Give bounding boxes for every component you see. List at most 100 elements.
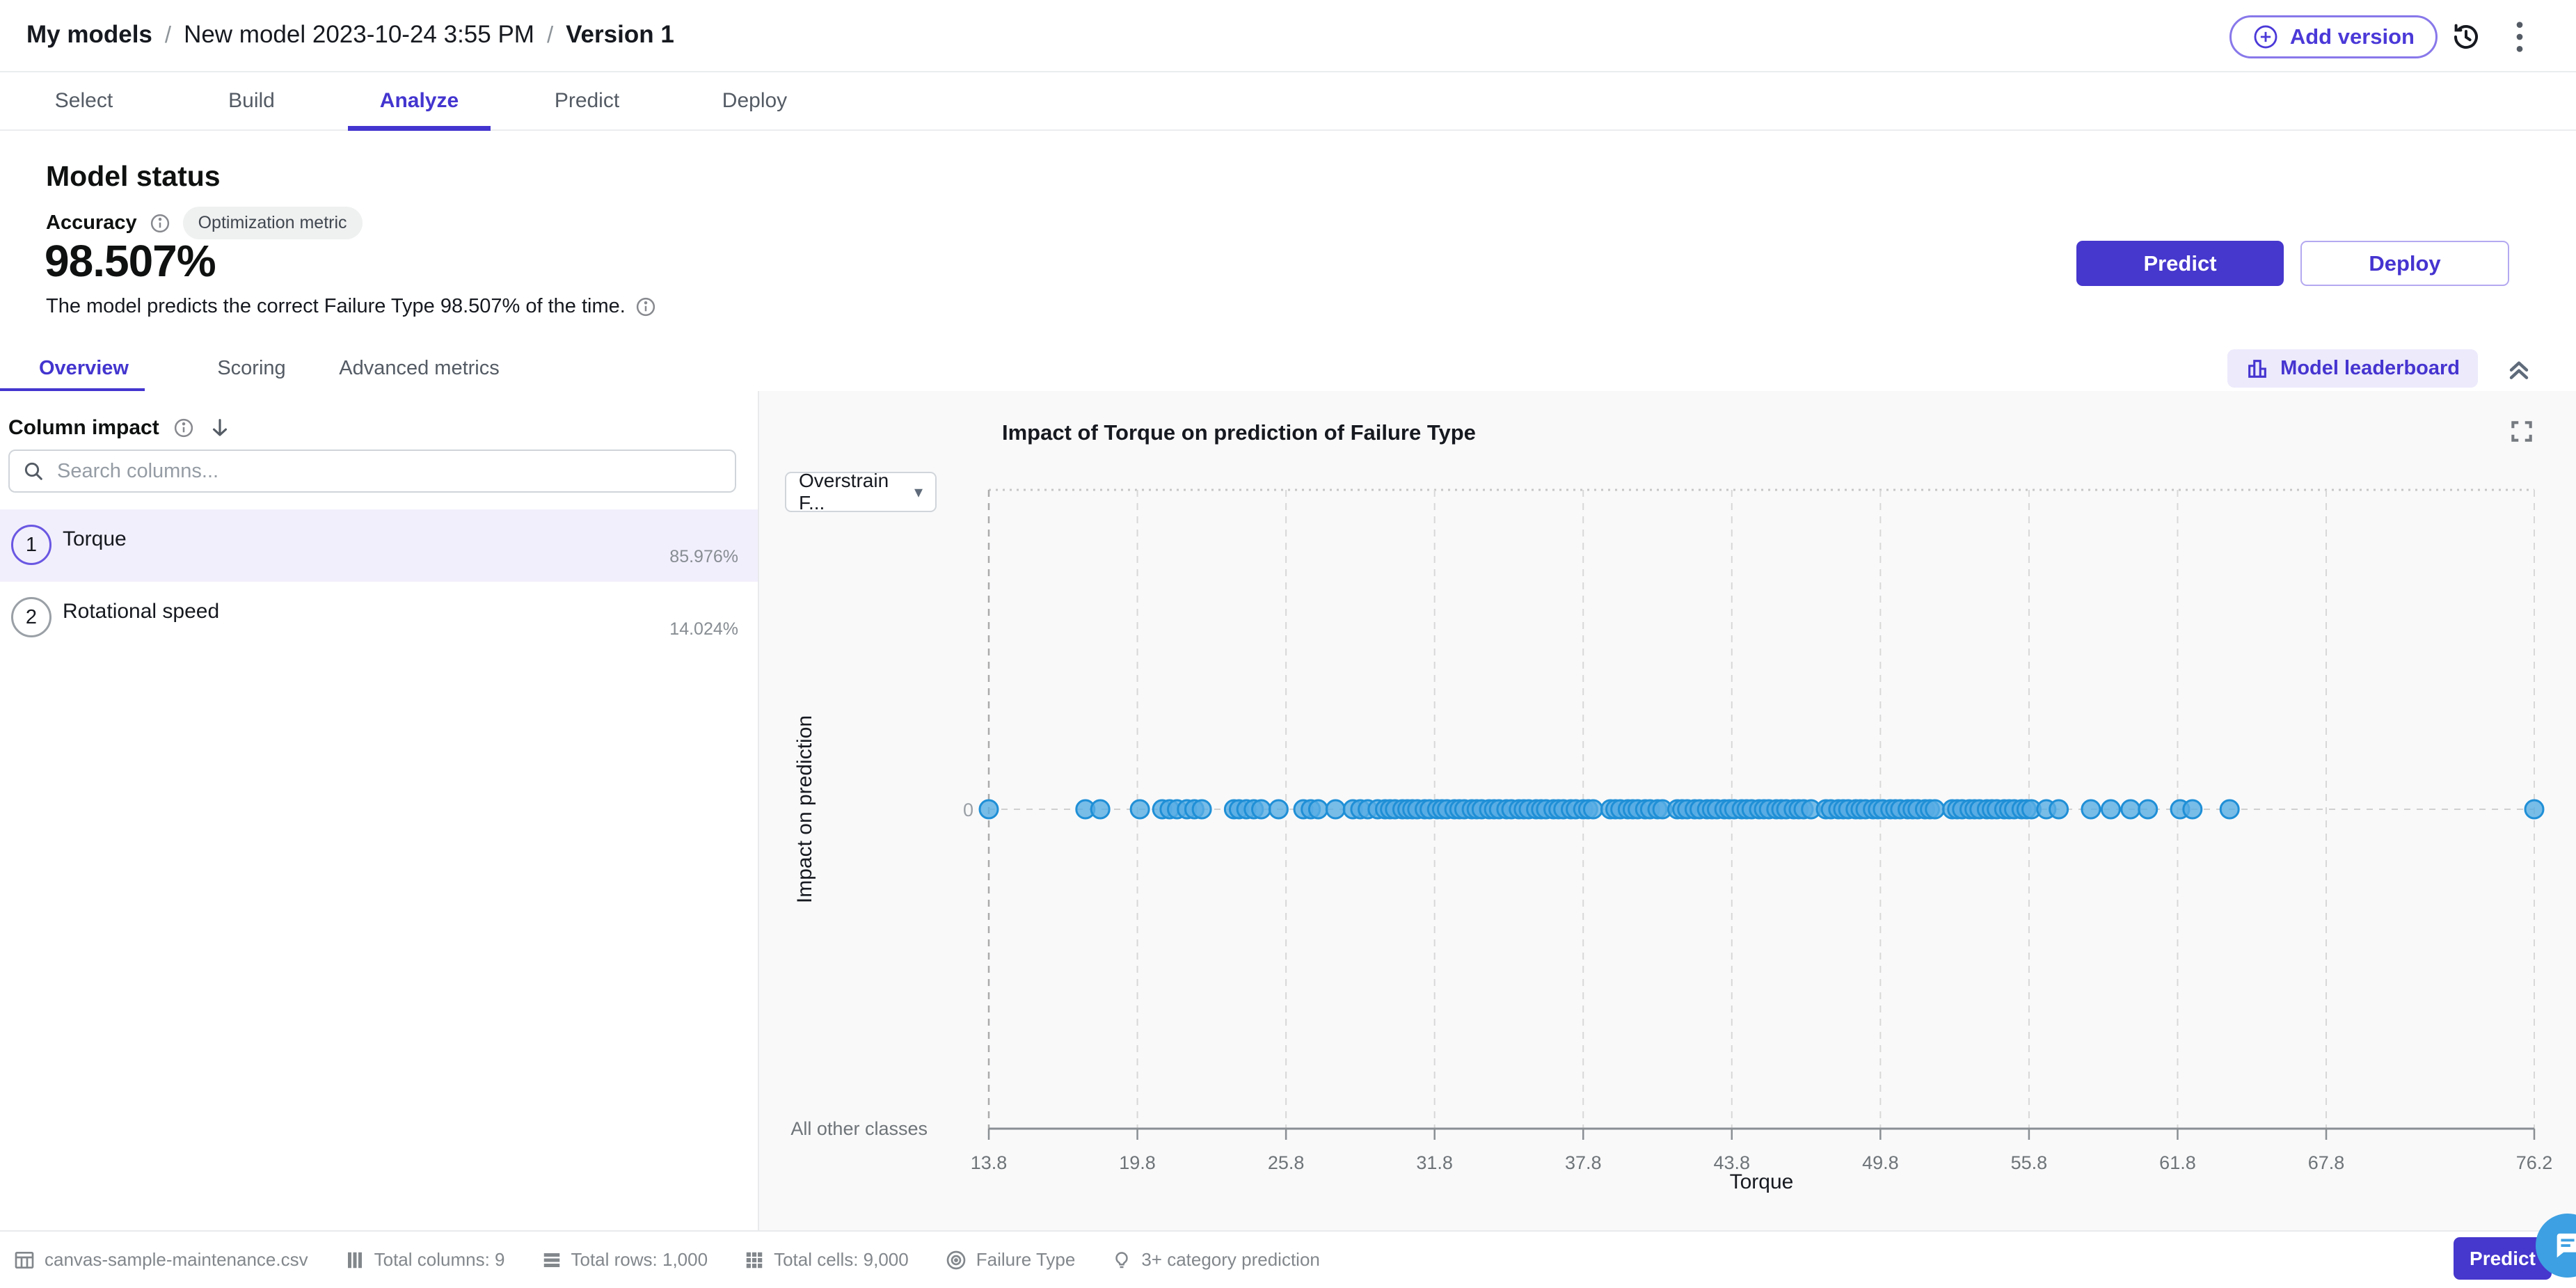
table-icon	[13, 1249, 35, 1271]
impact-bar	[63, 633, 674, 641]
rank-badge: 1	[11, 525, 51, 565]
page-title: Model status	[46, 160, 221, 193]
status-item-label: Failure Type	[976, 1249, 1076, 1271]
impact-chart-region: 13.819.825.831.837.843.849.855.861.867.8…	[758, 391, 2576, 1232]
breadcrumb-separator: /	[547, 22, 553, 48]
status-item-label: Total cells: 9,000	[774, 1249, 909, 1271]
tab-deploy[interactable]: Deploy	[671, 72, 838, 129]
breadcrumb-my-models[interactable]: My models	[26, 21, 152, 49]
model-leaderboard-label: Model leaderboard	[2280, 357, 2460, 380]
impact-percent: 85.976%	[669, 547, 738, 567]
chevron-down-icon: ▾	[914, 482, 923, 502]
svg-text:25.8: 25.8	[1268, 1152, 1305, 1173]
tab-analyze[interactable]: Analyze	[335, 72, 503, 129]
model-leaderboard-button[interactable]: Model leaderboard	[2227, 349, 2478, 388]
chat-bubble-icon	[2552, 1230, 2576, 1262]
rank-badge: 2	[11, 597, 51, 637]
chart-title: Impact of Torque on prediction of Failur…	[1002, 420, 1476, 445]
fullscreen-icon[interactable]	[2509, 418, 2536, 445]
bar-chart-icon	[2245, 357, 2269, 381]
class-selector-value: Overstrain F...	[799, 470, 914, 514]
impact-scatter-chart: 13.819.825.831.837.843.849.855.861.867.8…	[759, 391, 2576, 1232]
accuracy-description-text: The model predicts the correct Failure T…	[46, 295, 626, 318]
kebab-menu-icon	[2508, 19, 2533, 55]
plus-circle-icon	[2252, 24, 2279, 50]
impact-bar	[63, 561, 674, 569]
svg-text:67.8: 67.8	[2308, 1152, 2345, 1173]
column-impact-title: Column impact	[8, 416, 159, 440]
info-circle-icon[interactable]	[173, 418, 194, 438]
svg-text:49.8: 49.8	[1862, 1152, 1899, 1173]
double-chevron-up-icon	[2504, 353, 2536, 383]
subtab-overview[interactable]: Overview	[0, 345, 168, 391]
status-item-label: Total columns: 9	[374, 1249, 505, 1271]
breadcrumb: My models / New model 2023-10-24 3:55 PM…	[26, 0, 674, 70]
subtab-advanced-metrics[interactable]: Advanced metrics	[335, 345, 503, 391]
lightbulb-icon	[1111, 1250, 1132, 1271]
metric-row: Accuracy Optimization metric	[46, 207, 363, 239]
arrow-down-icon[interactable]	[208, 416, 232, 440]
breadcrumb-model-name[interactable]: New model 2023-10-24 3:55 PM	[184, 21, 534, 49]
deploy-button[interactable]: Deploy	[2300, 241, 2509, 286]
subtab-scoring[interactable]: Scoring	[168, 345, 335, 391]
sagemaker-canvas-analyze-page: My models / New model 2023-10-24 3:55 PM…	[0, 0, 2576, 1288]
column-impact-panel: Column impact 1 Torque 85.976% 2 Rotational …	[0, 391, 758, 1232]
info-circle-icon[interactable]	[150, 213, 170, 234]
status-item-label: 3+ category prediction	[1141, 1249, 1320, 1271]
add-version-label: Add version	[2290, 24, 2415, 49]
columns-icon	[344, 1250, 365, 1271]
search-icon	[22, 460, 45, 482]
optimization-metric-badge: Optimization metric	[183, 207, 363, 239]
search-columns-input[interactable]	[56, 459, 722, 484]
breadcrumb-separator: /	[165, 22, 171, 48]
rows-icon	[541, 1250, 562, 1271]
collapse-panel-button[interactable]	[2504, 352, 2536, 384]
accuracy-description: The model predicts the correct Failure T…	[46, 295, 656, 318]
svg-text:76.2: 76.2	[2516, 1152, 2553, 1173]
svg-text:61.8: 61.8	[2159, 1152, 2196, 1173]
target-icon	[945, 1249, 967, 1271]
status-item-total-rows-1-000: Total rows: 1,000	[541, 1249, 708, 1271]
metric-label: Accuracy	[46, 212, 137, 234]
svg-text:13.8: 13.8	[971, 1152, 1008, 1173]
dataset-status-bar: canvas-sample-maintenance.csv Total colum…	[0, 1230, 2576, 1288]
svg-text:55.8: 55.8	[2011, 1152, 2048, 1173]
overflow-menu-button[interactable]	[2508, 18, 2533, 56]
svg-text:19.8: 19.8	[1119, 1152, 1156, 1173]
search-columns-box	[8, 450, 736, 493]
status-item-total-cells-9-000: Total cells: 9,000	[744, 1249, 909, 1271]
impact-percent: 14.024%	[669, 619, 738, 639]
tab-select[interactable]: Select	[0, 72, 168, 129]
column-impact-row-rotational-speed[interactable]: 2 Rotational speed 14.024%	[0, 582, 758, 654]
svg-text:All other classes: All other classes	[790, 1118, 928, 1139]
status-item-total-columns-9: Total columns: 9	[344, 1249, 505, 1271]
column-impact-header: Column impact	[8, 416, 232, 440]
tab-predict[interactable]: Predict	[503, 72, 671, 129]
predict-button[interactable]: Predict	[2076, 241, 2284, 286]
history-clock-icon	[2449, 20, 2484, 54]
svg-text:37.8: 37.8	[1565, 1152, 1602, 1173]
main-tabs: SelectBuildAnalyzePredictDeploy	[0, 71, 2576, 131]
accuracy-value: 98.507%	[45, 235, 216, 287]
status-item-canvas-sample-maintenance-csv: canvas-sample-maintenance.csv	[13, 1249, 308, 1271]
class-selector-dropdown[interactable]: Overstrain F... ▾	[785, 472, 937, 512]
breadcrumb-version: Version 1	[566, 21, 674, 49]
svg-text:0: 0	[963, 800, 973, 820]
tab-build[interactable]: Build	[168, 72, 335, 129]
info-circle-icon[interactable]	[635, 296, 656, 317]
column-name: Rotational speed	[63, 600, 219, 623]
status-item-failure-type: Failure Type	[945, 1249, 1076, 1271]
add-version-button[interactable]: Add version	[2229, 15, 2438, 58]
status-item-3-category-prediction: 3+ category prediction	[1111, 1249, 1320, 1271]
column-name: Torque	[63, 527, 127, 551]
svg-text:31.8: 31.8	[1416, 1152, 1453, 1173]
status-item-label: canvas-sample-maintenance.csv	[45, 1249, 308, 1271]
column-impact-list: 1 Torque 85.976% 2 Rotational speed 14.024%	[0, 509, 758, 654]
svg-text:Torque: Torque	[1730, 1170, 1794, 1193]
analysis-subtabs: OverviewScoringAdvanced metrics	[0, 345, 2576, 392]
status-item-label: Total rows: 1,000	[571, 1249, 708, 1271]
grid-icon	[744, 1250, 765, 1271]
svg-text:Impact on prediction: Impact on prediction	[793, 715, 816, 903]
version-history-button[interactable]	[2449, 19, 2484, 54]
column-impact-row-torque[interactable]: 1 Torque 85.976%	[0, 509, 758, 582]
